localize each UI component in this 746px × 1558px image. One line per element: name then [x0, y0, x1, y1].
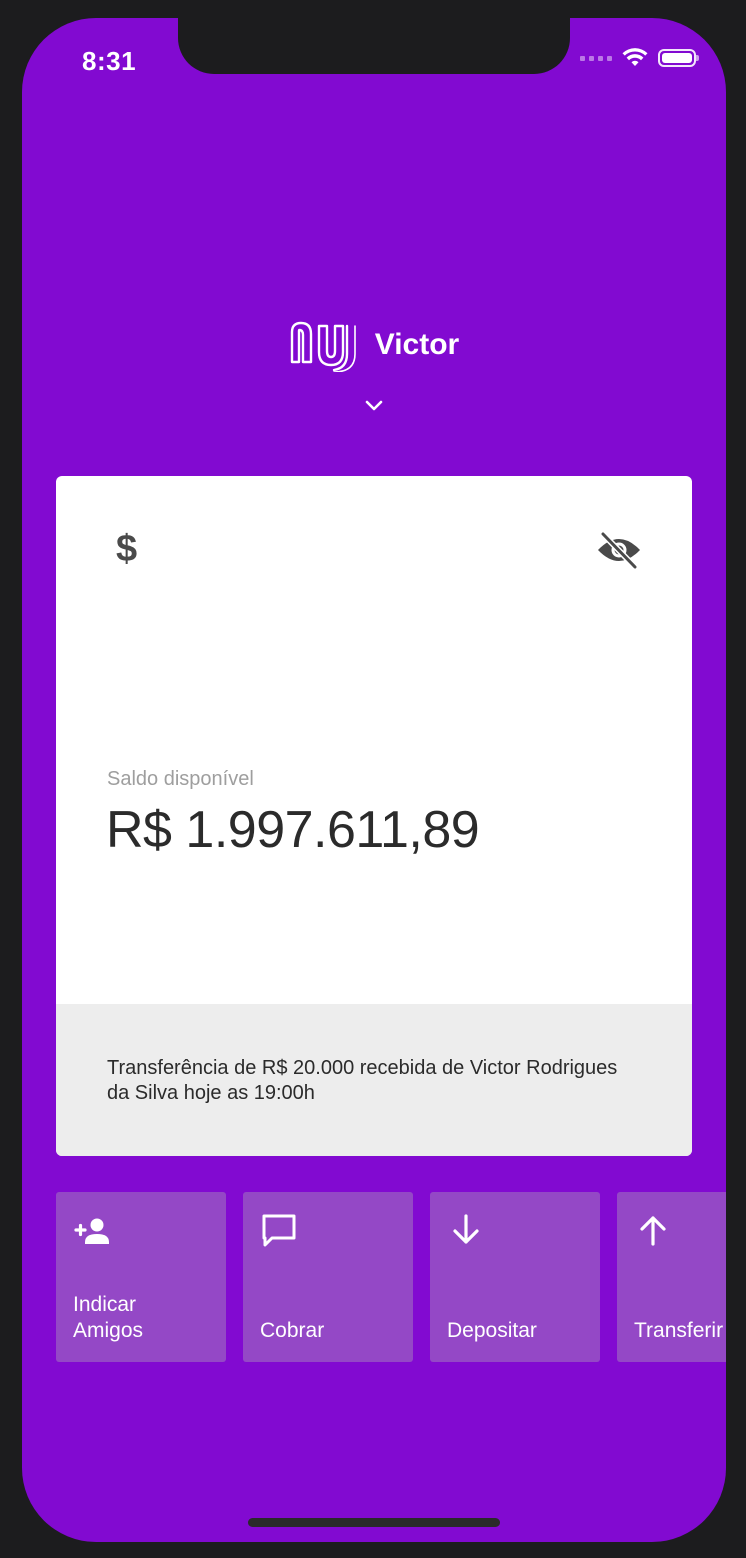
battery-icon [658, 49, 699, 67]
device-notch [178, 18, 570, 74]
wifi-icon [622, 48, 648, 66]
balance-card-icons: $ [56, 476, 692, 626]
app-screen: 8:31 Victor $ Saldo disponível R$ 1.997.… [22, 18, 726, 1542]
chevron-down-icon[interactable] [362, 394, 386, 418]
home-indicator[interactable] [248, 1518, 500, 1527]
arrow-down-icon [453, 1214, 479, 1244]
quick-actions: Indicar Amigos Cobrar Depositar Transfer… [56, 1192, 726, 1362]
device-frame: 8:31 Victor $ Saldo disponível R$ 1.997.… [0, 0, 746, 1558]
nubank-logo-icon [290, 321, 356, 372]
person-add-icon [74, 1218, 109, 1244]
balance-value: R$ 1.997.611,89 [106, 801, 480, 859]
balance-card[interactable]: $ Saldo disponível R$ 1.997.611,89 Trans… [56, 476, 692, 1156]
balance-card-footer[interactable]: Transferência de R$ 20.000 recebida de V… [56, 1004, 692, 1156]
eye-off-icon[interactable] [596, 530, 642, 570]
action-transferir[interactable]: Transferir [617, 1192, 726, 1362]
arrow-up-icon [640, 1216, 666, 1246]
account-switcher[interactable]: Victor [22, 318, 726, 372]
chat-bubble-icon [262, 1214, 296, 1247]
balance-label: Saldo disponível [107, 768, 254, 790]
status-time: 8:31 [82, 46, 137, 76]
dollar-icon: $ [116, 528, 138, 570]
action-label: Indicar Amigos [73, 1293, 144, 1342]
action-cobrar[interactable]: Cobrar [243, 1192, 413, 1362]
status-icons [580, 48, 699, 68]
action-label: Transferir [634, 1319, 724, 1342]
action-label: Depositar [447, 1319, 537, 1342]
signal-icon [580, 55, 612, 61]
user-name: Victor [374, 328, 460, 361]
action-depositar[interactable]: Depositar [430, 1192, 600, 1362]
action-indicar-amigos[interactable]: Indicar Amigos [56, 1192, 226, 1362]
action-label: Cobrar [260, 1319, 325, 1342]
recent-transfer-message: Transferência de R$ 20.000 recebida de V… [107, 1057, 618, 1104]
